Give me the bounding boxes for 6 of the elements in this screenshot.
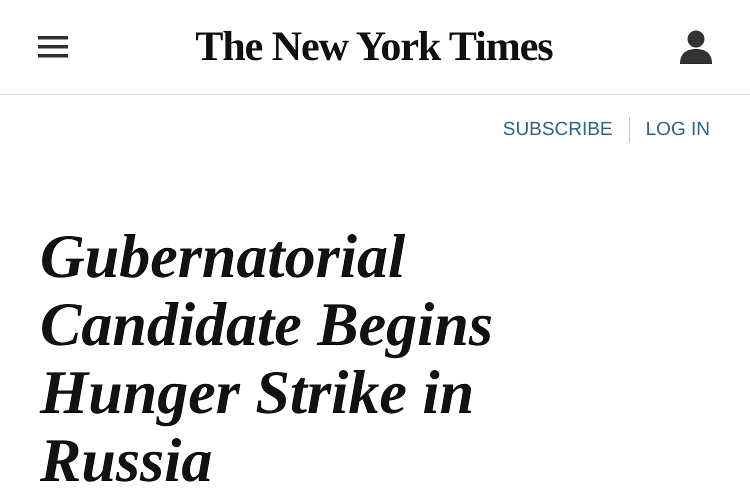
user-icon[interactable] xyxy=(680,30,712,64)
newspaper-logo[interactable]: The New York Times xyxy=(195,26,553,68)
subscribe-link[interactable]: SUBSCRIBE xyxy=(502,119,613,141)
login-link[interactable]: LOG IN xyxy=(646,119,710,141)
menu-icon[interactable] xyxy=(38,36,68,58)
article-headline: Gubernatorial Candidate Begins Hunger Strike in Russia xyxy=(40,223,494,495)
